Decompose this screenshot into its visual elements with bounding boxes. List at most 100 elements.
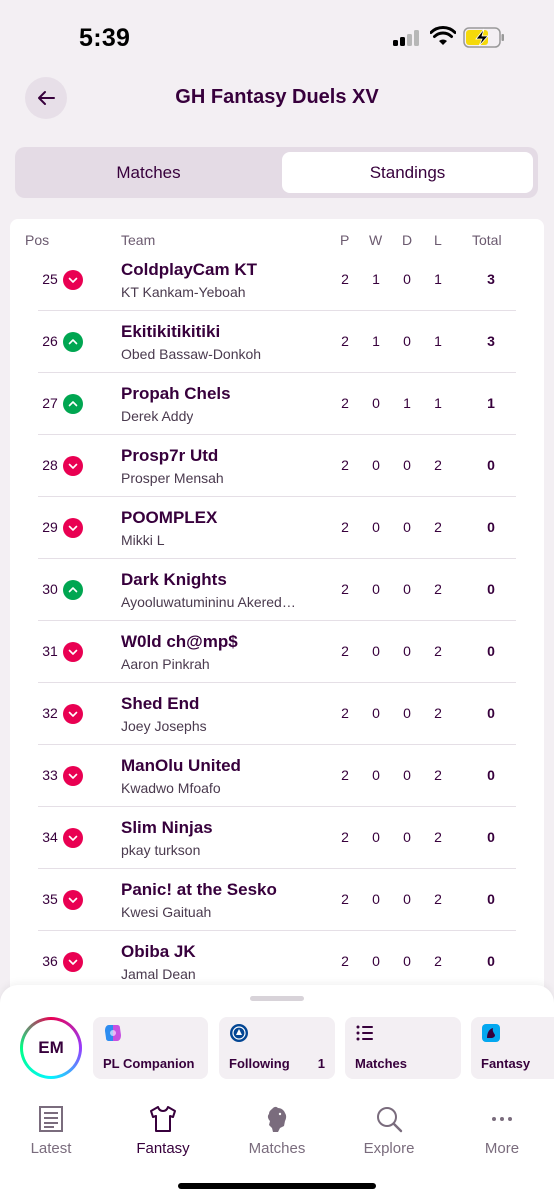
team-name: Panic! at the Sesko bbox=[121, 880, 277, 899]
header-drawn: D bbox=[402, 232, 413, 248]
header-total: Total bbox=[472, 232, 502, 248]
total-points: 0 bbox=[487, 767, 495, 783]
won: 0 bbox=[372, 457, 380, 473]
table-row[interactable]: 27 Propah Chels Derek Addy 2 0 1 1 1 bbox=[10, 373, 544, 435]
total-points: 0 bbox=[487, 581, 495, 597]
played: 2 bbox=[341, 581, 349, 597]
won: 0 bbox=[372, 705, 380, 721]
drawn: 0 bbox=[403, 829, 411, 845]
chip-label: Matches bbox=[355, 1056, 408, 1071]
tab-more[interactable]: More bbox=[447, 1098, 554, 1157]
manager-name: Obed Bassaw-Donkoh bbox=[121, 346, 262, 362]
won: 0 bbox=[372, 643, 380, 659]
tab-matches[interactable]: Matches bbox=[20, 152, 277, 193]
manager-name: Prosper Mensah bbox=[121, 470, 224, 486]
total-points: 3 bbox=[487, 333, 495, 349]
played: 2 bbox=[341, 953, 349, 969]
team-name: Propah Chels bbox=[121, 384, 231, 403]
lost: 1 bbox=[434, 395, 442, 411]
team-name: Prosp7r Utd bbox=[121, 446, 219, 465]
total-points: 0 bbox=[487, 457, 495, 473]
tab-explore[interactable]: Explore bbox=[334, 1098, 444, 1157]
total-points: 0 bbox=[487, 829, 495, 845]
drawn: 1 bbox=[403, 395, 411, 411]
chip-matches[interactable]: Matches bbox=[345, 1017, 461, 1079]
header-played: P bbox=[340, 232, 350, 248]
shirt-icon bbox=[150, 1106, 176, 1132]
drawn: 0 bbox=[403, 271, 411, 287]
avatar-initials: EM bbox=[23, 1020, 79, 1076]
chip-fantasy[interactable]: Fantasy bbox=[471, 1017, 554, 1079]
played: 2 bbox=[341, 271, 349, 287]
position: 31 bbox=[42, 643, 58, 659]
chip-label: Fantasy bbox=[481, 1056, 531, 1071]
chip-label: Following bbox=[229, 1056, 290, 1071]
chip-pl-companion[interactable]: PL Companion bbox=[93, 1017, 208, 1079]
lost: 2 bbox=[434, 891, 442, 907]
wifi-icon bbox=[430, 26, 456, 45]
total-points: 1 bbox=[487, 395, 495, 411]
sheet-drag-handle[interactable] bbox=[250, 996, 304, 1001]
won: 0 bbox=[372, 581, 380, 597]
bottom-tab-bar: Latest Fantasy Matches Explore More bbox=[0, 1098, 554, 1168]
movement-down-icon bbox=[63, 518, 83, 538]
team-name: Shed End bbox=[121, 694, 200, 713]
table-row[interactable]: 25 ColdplayCam KT KT Kankam-Yeboah 2 1 0 1 3 bbox=[10, 249, 544, 311]
table-row[interactable]: 26 Ekitikitikitiki Obed Bassaw-Donkoh 2 1 0 1 3 bbox=[10, 311, 544, 373]
table-row[interactable]: 29 POOMPLEX Mikki L 2 0 0 2 0 bbox=[10, 497, 544, 559]
table-row[interactable]: 34 Slim Ninjas pkay turkson 2 0 0 2 0 bbox=[10, 807, 544, 869]
movement-up-icon bbox=[63, 332, 83, 352]
movement-down-icon bbox=[63, 766, 83, 786]
page-title: GH Fantasy Duels XV bbox=[175, 86, 379, 108]
movement-down-icon bbox=[63, 456, 83, 476]
total-points: 0 bbox=[487, 953, 495, 969]
tab-matches-nav[interactable]: Matches bbox=[222, 1098, 332, 1157]
standings-table: Pos Team P W D L Total 25 ColdplayCam KT K… bbox=[10, 219, 544, 1019]
movement-down-icon bbox=[63, 270, 83, 290]
total-points: 0 bbox=[487, 705, 495, 721]
table-row[interactable]: 33 ManOlu United Kwadwo Mfoafo 2 0 0 2 0 bbox=[10, 745, 544, 807]
team-name: Obiba JK bbox=[121, 942, 196, 961]
table-row[interactable]: 31 W0ld ch@mp$ Aaron Pinkrah 2 0 0 2 0 bbox=[10, 621, 544, 683]
table-row[interactable]: 30 Dark Knights Ayooluwatumininu Akered… 2 0… bbox=[10, 559, 544, 621]
played: 2 bbox=[341, 333, 349, 349]
movement-down-icon bbox=[63, 952, 83, 972]
table-row[interactable]: 35 Panic! at the Sesko Kwesi Gaituah 2 0 0 2 0 bbox=[10, 869, 544, 931]
table-row[interactable]: 32 Shed End Joey Josephs 2 0 0 2 0 bbox=[10, 683, 544, 745]
lost: 2 bbox=[434, 457, 442, 473]
team-name: W0ld ch@mp$ bbox=[121, 632, 238, 651]
position: 34 bbox=[42, 829, 58, 845]
tab-latest[interactable]: Latest bbox=[0, 1098, 106, 1157]
status-time: 5:39 bbox=[79, 24, 131, 52]
drawn: 0 bbox=[403, 333, 411, 349]
avatar[interactable]: EM bbox=[20, 1017, 82, 1079]
team-name: ManOlu United bbox=[121, 756, 241, 775]
table-row[interactable]: 28 Prosp7r Utd Prosper Mensah 2 0 0 2 0 bbox=[10, 435, 544, 497]
copilot-icon bbox=[105, 1025, 121, 1041]
manager-name: Kwadwo Mfoafo bbox=[121, 780, 221, 796]
movement-down-icon bbox=[63, 642, 83, 662]
played: 2 bbox=[341, 395, 349, 411]
tab-standings[interactable]: Standings bbox=[282, 152, 533, 193]
home-indicator[interactable] bbox=[178, 1183, 376, 1189]
team-name: POOMPLEX bbox=[121, 508, 218, 527]
tab-fantasy[interactable]: Fantasy bbox=[108, 1098, 218, 1157]
won: 0 bbox=[372, 829, 380, 845]
drawn: 0 bbox=[403, 519, 411, 535]
drawn: 0 bbox=[403, 891, 411, 907]
total-points: 0 bbox=[487, 643, 495, 659]
drawn: 0 bbox=[403, 705, 411, 721]
team-name: ColdplayCam KT bbox=[121, 260, 258, 279]
table-row[interactable]: 36 Obiba JK Jamal Dean 2 0 0 2 0 bbox=[10, 931, 544, 993]
header-won: W bbox=[369, 232, 383, 248]
manager-name: pkay turkson bbox=[121, 842, 201, 858]
drawn: 0 bbox=[403, 643, 411, 659]
position: 27 bbox=[42, 395, 58, 411]
list-icon bbox=[356, 1025, 373, 1041]
cellular-signal-icon bbox=[393, 30, 421, 46]
manager-name: Derek Addy bbox=[121, 408, 194, 424]
chip-following[interactable]: Following 1 bbox=[219, 1017, 335, 1079]
header-lost: L bbox=[434, 232, 442, 248]
fantasy-app-icon bbox=[482, 1024, 500, 1042]
manager-name: Aaron Pinkrah bbox=[121, 656, 210, 672]
